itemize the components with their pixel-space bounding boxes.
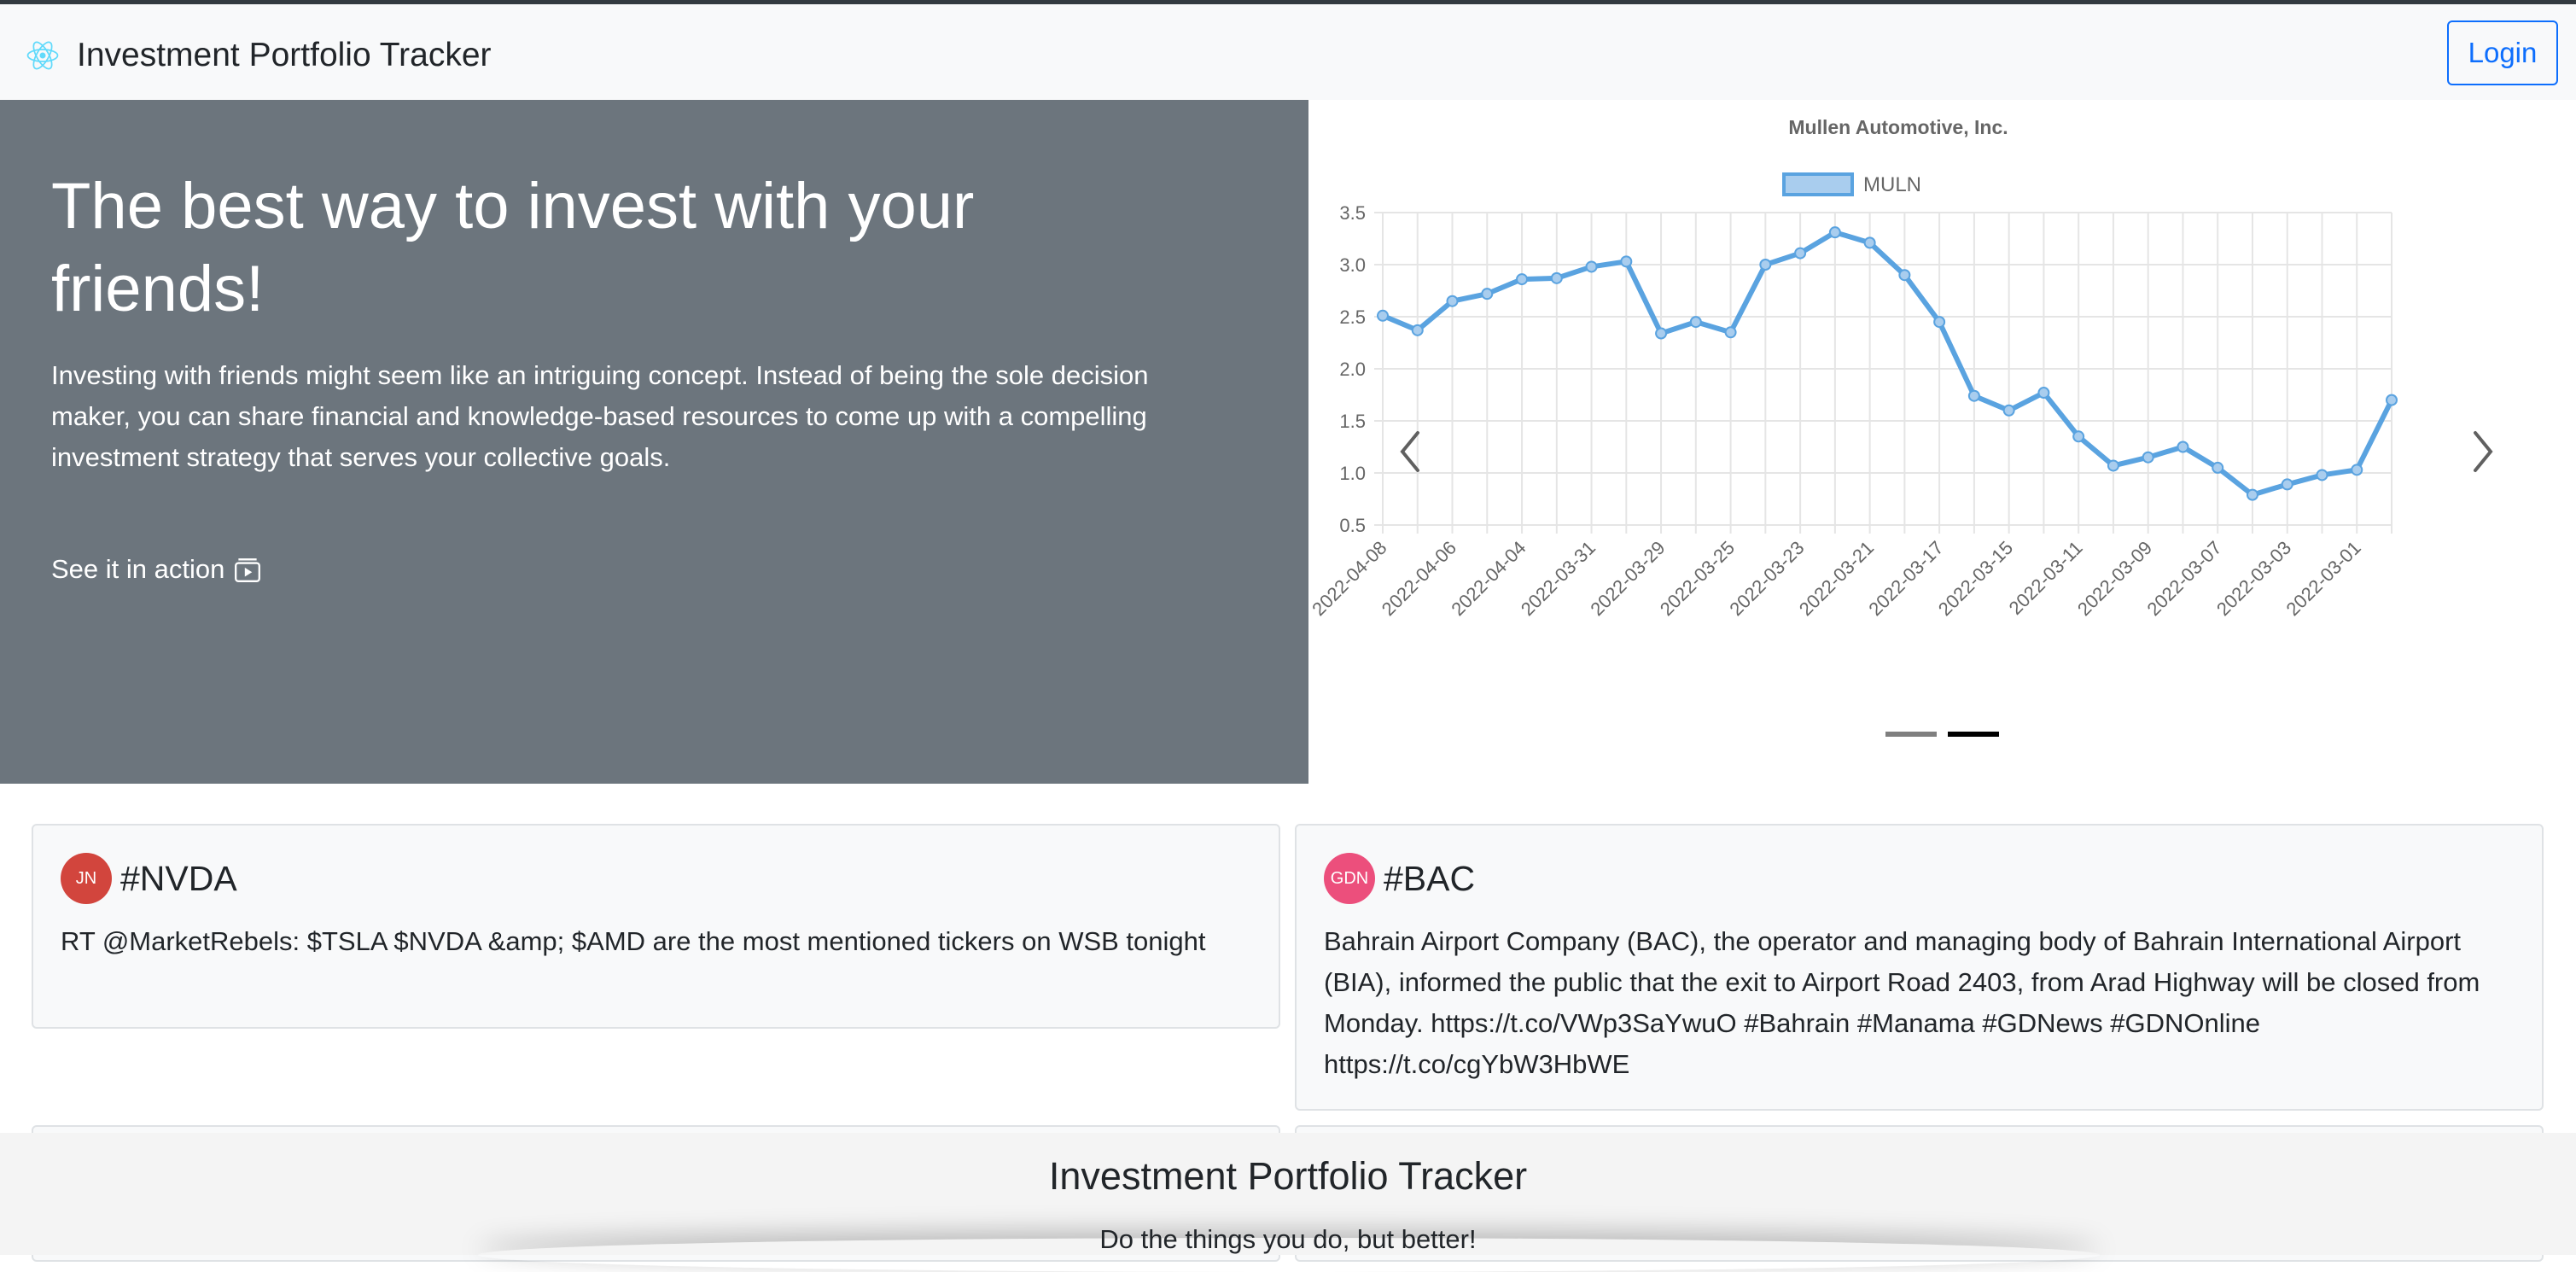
data-point (2246, 488, 2258, 501)
footer-title: Investment Portfolio Tracker (1048, 1154, 1528, 1198)
x-tick-label: 2022-03-29 (1586, 537, 1669, 620)
hero-title: The best way to invest with your friends… (51, 170, 975, 325)
data-point (1620, 255, 1633, 268)
x-tick-label: 2022-04-06 (1378, 537, 1460, 620)
avatar: JN (61, 853, 112, 904)
data-point (2281, 478, 2293, 491)
data-point (2316, 469, 2328, 481)
x-tick-label: 2022-03-21 (1795, 537, 1878, 620)
data-point (1794, 247, 1807, 260)
x-tick-label: 2022-04-08 (1308, 537, 1391, 620)
x-tick-label: 2022-03-09 (2073, 537, 2156, 620)
y-tick-label: 2.0 (1339, 359, 1366, 380)
data-point (1724, 326, 1737, 339)
card-title: #BAC (1384, 859, 1476, 898)
data-point (1516, 273, 1529, 286)
brand-title[interactable]: Investment Portfolio Tracker (77, 33, 492, 78)
avatar: GDN (1324, 853, 1375, 904)
data-point (1828, 226, 1841, 239)
data-point (1898, 269, 1911, 282)
data-point (1655, 327, 1668, 340)
carousel-prev-icon[interactable] (1385, 411, 1437, 480)
card-title: #NVDA (120, 859, 237, 898)
y-tick-label: 1.0 (1339, 463, 1366, 484)
data-point (2351, 464, 2363, 476)
price-line-chart: Mullen Automotive, Inc. MULN 0.5 1.0 1.5 2.0 2… (1308, 116, 2398, 620)
navbar: Investment Portfolio Tracker Login (0, 4, 2576, 100)
x-tick-label: 2022-03-03 (2212, 537, 2295, 620)
data-point (1759, 259, 1772, 271)
x-tick-label: 2022-03-23 (1725, 537, 1808, 620)
carousel-indicator-1[interactable] (1885, 732, 1937, 737)
y-tick-label: 2.5 (1339, 306, 1366, 328)
data-point (1585, 260, 1598, 273)
login-button[interactable]: Login (2447, 20, 2558, 85)
card-text: RT @MarketRebels: $TSLA $NVDA &amp; $AMD… (61, 926, 1206, 956)
data-point (1411, 324, 1424, 336)
data-point (1377, 309, 1389, 322)
data-point (2002, 404, 2015, 417)
y-tick-label: 1.5 (1339, 411, 1366, 432)
data-point (2177, 441, 2189, 453)
data-point (2142, 451, 2154, 464)
x-tick-label: 2022-04-04 (1447, 537, 1530, 620)
x-tick-label: 2022-03-01 (2282, 537, 2365, 620)
data-point (1933, 316, 1946, 329)
data-point (1446, 295, 1459, 307)
data-point (2212, 461, 2224, 474)
x-tick-label: 2022-03-17 (1864, 537, 1947, 620)
carousel-next-icon[interactable] (2457, 411, 2508, 480)
x-tick-label: 2022-03-31 (1517, 537, 1600, 620)
data-point (2386, 394, 2398, 406)
legend-swatch (1782, 172, 1854, 196)
data-point (2107, 459, 2119, 472)
see-it-in-action-link[interactable]: See it in action (51, 551, 262, 588)
x-tick-label: 2022-03-07 (2142, 537, 2225, 620)
data-point (2072, 430, 2085, 443)
x-tick-label: 2022-03-15 (1934, 537, 2017, 620)
cta-label: See it in action (51, 554, 225, 584)
x-tick-label: 2022-03-25 (1656, 537, 1739, 620)
legend-label: MULN (1863, 173, 1921, 196)
play-video-icon (235, 558, 261, 582)
card-text: Bahrain Airport Company (BAC), the opera… (1324, 926, 2480, 1079)
data-point (2037, 387, 2050, 400)
y-tick-label: 3.0 (1339, 254, 1366, 276)
chart-carousel: Mullen Automotive, Inc. MULN 0.5 1.0 1.5 2.0 2… (1308, 100, 2576, 784)
chart-title: Mullen Automotive, Inc. (1788, 116, 2008, 138)
data-point (1967, 389, 1980, 402)
data-point (1689, 316, 1702, 329)
y-tick-label: 3.5 (1339, 202, 1366, 224)
carousel-indicator-2[interactable] (1948, 732, 1999, 737)
carousel-indicators (1885, 732, 1999, 737)
hero-description: Investing with friends might seem like a… (51, 360, 1149, 472)
series-line-muln (1381, 230, 2394, 498)
footer-subtitle: Do the things you do, but better! (1099, 1224, 1477, 1254)
data-point (1550, 271, 1563, 284)
y-tick-label: 0.5 (1339, 515, 1366, 536)
data-point (1481, 288, 1494, 300)
react-atom-icon[interactable] (25, 38, 61, 73)
tweet-card: JN #NVDA RT @MarketRebels: $TSLA $NVDA &… (32, 824, 1280, 1029)
data-point (1863, 236, 1876, 249)
tweet-card: GDN #BAC Bahrain Airport Company (BAC), … (1295, 824, 2544, 1111)
